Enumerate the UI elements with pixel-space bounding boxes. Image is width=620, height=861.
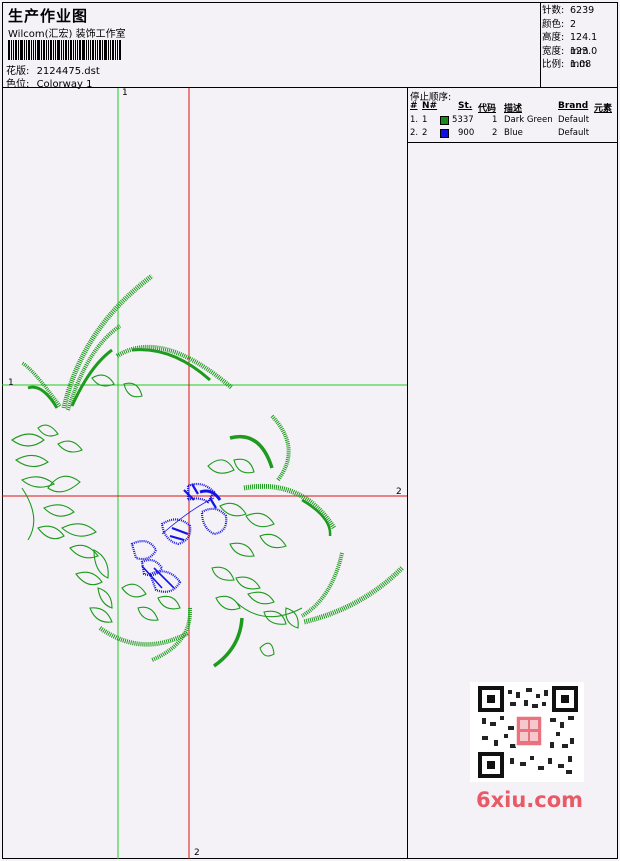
barcode-bar [95,40,96,60]
info-row-colors: 颜色: 2 [542,18,577,30]
barcode-bar [97,40,98,60]
barcode-bar [75,40,76,60]
col-code: 代码 [478,104,497,114]
barcode-bar [18,40,19,60]
header: 生产作业图 Wilcom(汇宏) 装饰工作室 花版: 2124475.dst 色… [2,2,618,90]
barcode-bar [112,40,114,60]
watermark-logo: 6xiu.com [476,788,584,812]
color-swatch-blue [440,129,449,138]
barcode-bar [11,40,12,60]
studio-name: Wilcom(汇宏) 装饰工作室 [8,29,126,40]
barcode-bar [82,40,85,60]
barcode-bar [90,40,91,60]
barcode-bar [86,40,87,60]
barcode-bar [63,40,64,60]
design-info-box: 针数: 6239 颜色: 2 高度: 124.1 mm 宽度: 123.0 mm 比例:… [540,2,618,88]
green-stitches [11,273,404,668]
barcode-bar [57,40,60,60]
barcode-bar [119,40,121,60]
info-row-scale: 比例: 1.08 [542,59,592,70]
barcode [8,40,146,60]
col-number: N# [422,101,438,111]
stop-row: 2. 2 900 2 Blue Default [410,128,590,138]
embroidery-canvas [2,88,407,859]
barcode-bar [102,40,103,60]
barcode-bar [13,40,14,60]
info-row-height: 高度: 124.1 mm [542,32,598,57]
barcode-bar [43,40,45,60]
barcode-bar [99,40,101,60]
col-description: 描述 [504,104,523,114]
col-brand: Brand [558,101,589,111]
barcode-bar [73,40,74,60]
page-title: 生产作业图 [8,7,89,25]
barcode-bar [104,40,107,60]
stop-sequence-header: # N# St. 代码 描述 Brand 元素 [408,101,618,114]
barcode-bar [117,40,118,60]
guide-marker-v1: 1 [122,88,128,98]
barcode-bar [50,40,52,60]
barcode-bar [55,40,56,60]
barcode-bar [35,40,36,60]
col-index: # [410,101,418,111]
guide-marker-v2: 2 [194,848,200,858]
col-element: 元素 [594,104,613,114]
barcode-bar [92,40,94,60]
barcode-bar [48,40,49,60]
stop-row: 1. 1 5337 1 Dark Green Default [410,115,590,125]
barcode-bar [77,40,78,60]
barcode-bar [26,40,27,60]
col-stitches: St. [458,101,473,111]
barcode-bar [46,40,47,60]
blue-stitches [130,482,228,593]
qr-code-icon [470,682,584,782]
barcode-bar [65,40,67,60]
color-swatch-green [440,116,449,125]
barcode-bar [70,40,72,60]
barcode-bar [79,40,81,60]
stop-sequence-panel: 停止顺序: # N# St. 代码 描述 Brand 元素 1. 1 5337 … [408,88,618,143]
barcode-bar [24,40,25,60]
barcode-bar [28,40,30,60]
info-row-stitches: 针数: 6239 [542,5,595,16]
barcode-bar [68,40,69,60]
embroidery-preview: 1 1 2 2 [2,88,408,859]
barcode-bar [31,40,32,60]
guide-marker-h2: 2 [396,487,402,497]
barcode-bar [108,40,109,60]
guide-marker-h1: 1 [8,378,14,388]
barcode-bar [115,40,116,60]
barcode-bar [8,40,10,60]
barcode-bar [33,40,34,60]
barcode-bar [53,40,54,60]
barcode-bar [88,40,89,60]
barcode-bar [61,40,62,60]
barcode-bar [20,40,23,60]
barcode-bar [37,40,40,60]
barcode-bar [15,40,17,60]
barcode-bar [41,40,42,60]
info-row-width: 宽度: 123.0 mm [542,45,598,71]
barcode-bar [110,40,111,60]
